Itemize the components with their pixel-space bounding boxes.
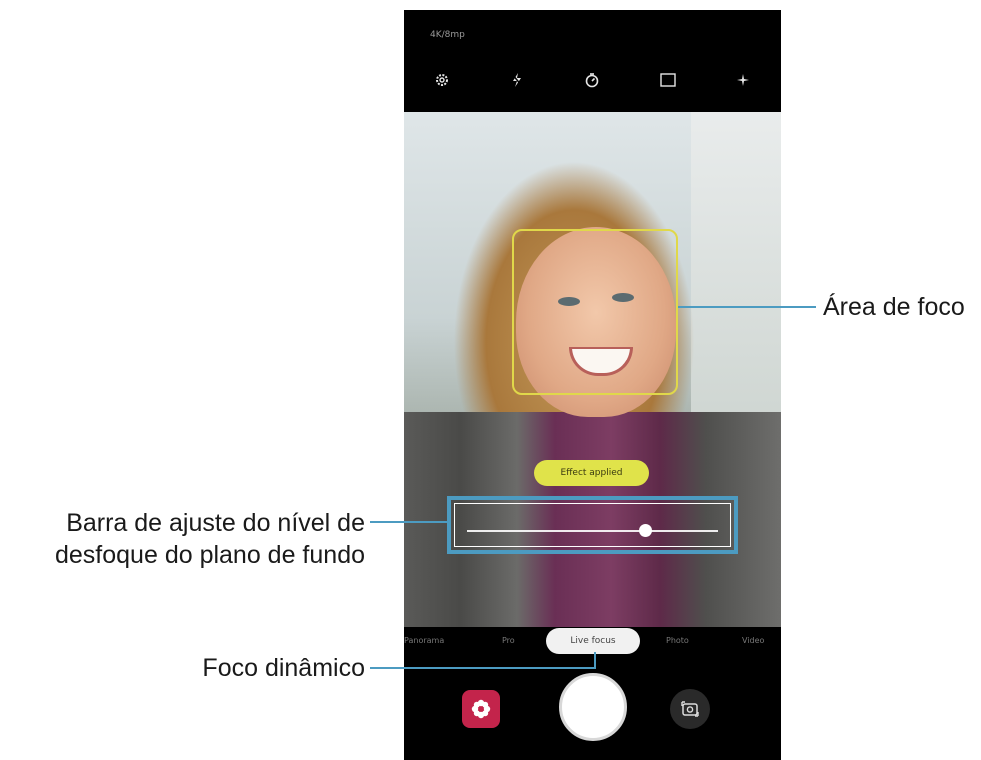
mode-video[interactable]: Video (742, 636, 764, 645)
mode-live-focus[interactable]: Live focus (546, 628, 640, 654)
callout-line-blur-bar (370, 521, 450, 523)
callout-blur-bar-line1: Barra de ajuste do nível de (66, 509, 365, 537)
callout-line-focus-area (678, 306, 816, 308)
camera-top-toolbar (404, 50, 781, 110)
effects-button[interactable] (462, 690, 500, 728)
effect-applied-pill: Effect applied (534, 460, 649, 486)
blur-adjust-bar[interactable] (454, 503, 731, 547)
focus-area-box[interactable] (512, 229, 678, 395)
ratio-icon[interactable] (654, 66, 682, 94)
mode-pro[interactable]: Pro (502, 636, 515, 645)
status-bar-text: 4K/8mp (430, 30, 465, 40)
timer-icon[interactable] (578, 66, 606, 94)
blur-slider-handle[interactable] (639, 524, 653, 537)
callout-live-focus: Foco dinâmico (202, 654, 365, 682)
shutter-button[interactable] (559, 673, 627, 741)
callout-blur-bar-line2: desfoque do plano de fundo (55, 541, 365, 569)
callout-line-live-focus-vertical (594, 652, 596, 669)
camera-mode-selector: Panorama Pro Live focus Photo Video (404, 628, 781, 656)
camera-viewfinder[interactable]: Effect applied (404, 112, 781, 627)
mode-panorama[interactable]: Panorama (404, 636, 444, 645)
beauty-icon[interactable] (729, 66, 757, 94)
callout-focus-area: Área de foco (823, 293, 965, 321)
blur-adjust-highlight (447, 496, 738, 554)
mode-photo[interactable]: Photo (666, 636, 689, 645)
flower-icon (471, 699, 491, 719)
settings-icon[interactable] (428, 66, 456, 94)
switch-camera-button[interactable] (670, 689, 710, 729)
blur-slider-track[interactable] (467, 530, 718, 532)
flash-off-icon[interactable] (503, 66, 531, 94)
phone-screen: 4K/8mp Effect applied Panorama Pro Live … (404, 10, 781, 760)
switch-camera-icon (681, 701, 699, 717)
callout-line-live-focus (370, 667, 596, 669)
camera-bottom-bar (404, 660, 781, 760)
